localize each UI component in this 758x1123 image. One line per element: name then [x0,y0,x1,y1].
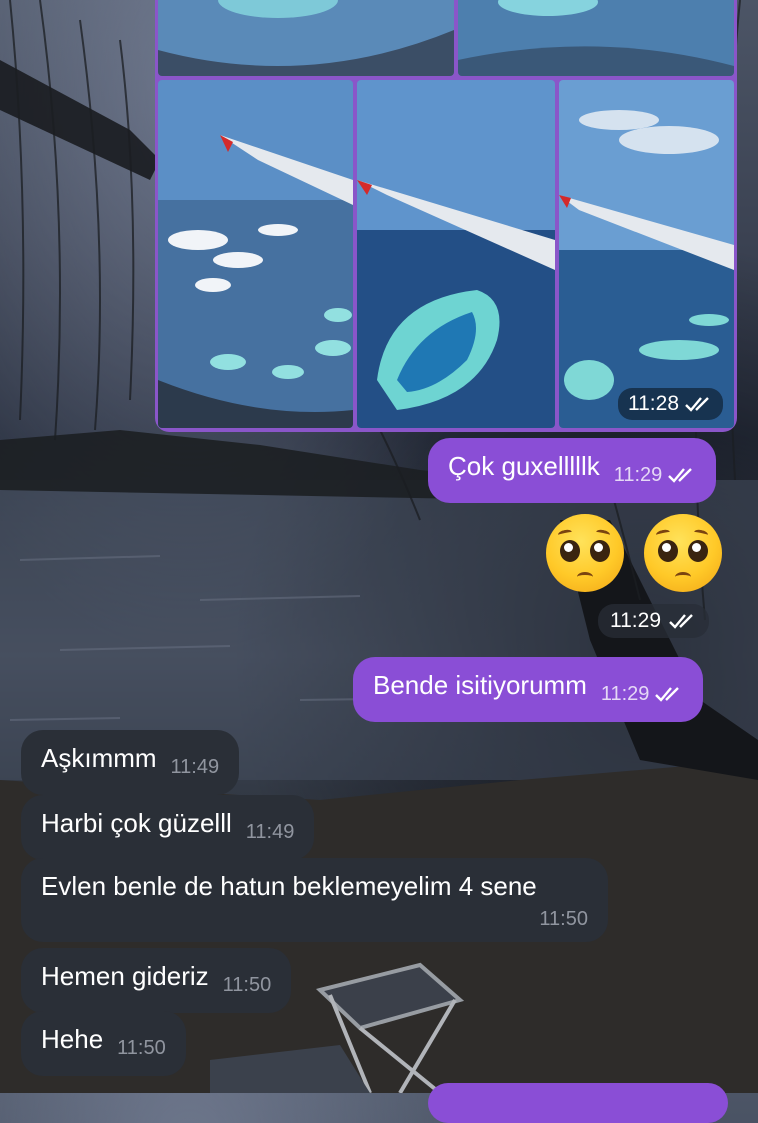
media-album[interactable]: 11:28 [155,0,737,432]
message-text: Hehe [41,1024,104,1054]
message-time: 11:29 [610,609,661,632]
photo-top-left[interactable] [158,0,454,76]
pleading-face-emoji [644,514,722,592]
double-check-icon [669,614,693,629]
photo-wing-3[interactable] [559,80,734,428]
message-incoming[interactable]: Aşkımmm 11:49 [21,730,240,795]
message-time: 11:29 [600,683,650,705]
double-check-icon [685,397,709,412]
message-outgoing-partial[interactable] [428,1083,728,1123]
album-time: 11:28 [628,392,679,415]
message-text: Hemen gideriz [41,961,209,991]
message-time: 11:50 [117,1037,166,1059]
message-meta: 11:29 [601,678,684,710]
photo-wing-1[interactable] [158,80,353,428]
album-timestamp: 11:28 [618,388,723,420]
message-time: 11:50 [539,908,588,930]
message-text: Evlen benle de hatun beklemeyelim 4 sene [41,871,537,901]
double-check-icon [655,687,680,702]
message-incoming[interactable]: Evlen benle de hatun beklemeyelim 4 sene… [21,858,608,942]
message-meta: 11:29 [614,459,697,491]
message-time: 11:49 [170,756,220,778]
message-time: 11:50 [222,974,272,996]
emoji-message-timestamp: 11:29 [598,604,709,638]
message-text: Çok guxelllllk [448,451,600,481]
pleading-face-emoji [546,514,624,592]
message-text: Aşkımmm [41,743,157,773]
message-incoming[interactable]: Harbi çok güzelll 11:49 [21,795,315,860]
message-time: 11:49 [245,821,295,843]
photo-wing-2[interactable] [357,80,555,428]
photo-top-right[interactable] [458,0,734,76]
emoji-message[interactable] [540,510,730,600]
double-check-icon [668,468,693,483]
message-text: Harbi çok güzelll [41,808,232,838]
message-outgoing[interactable]: Çok guxelllllk 11:29 [428,438,717,503]
message-outgoing[interactable]: Bende isitiyorumm 11:29 [353,657,704,722]
message-time: 11:29 [613,464,663,486]
message-text: Bende isitiyorumm [373,670,587,700]
message-incoming[interactable]: Hemen gideriz 11:50 [21,948,292,1013]
message-incoming[interactable]: Hehe 11:50 [21,1011,186,1076]
